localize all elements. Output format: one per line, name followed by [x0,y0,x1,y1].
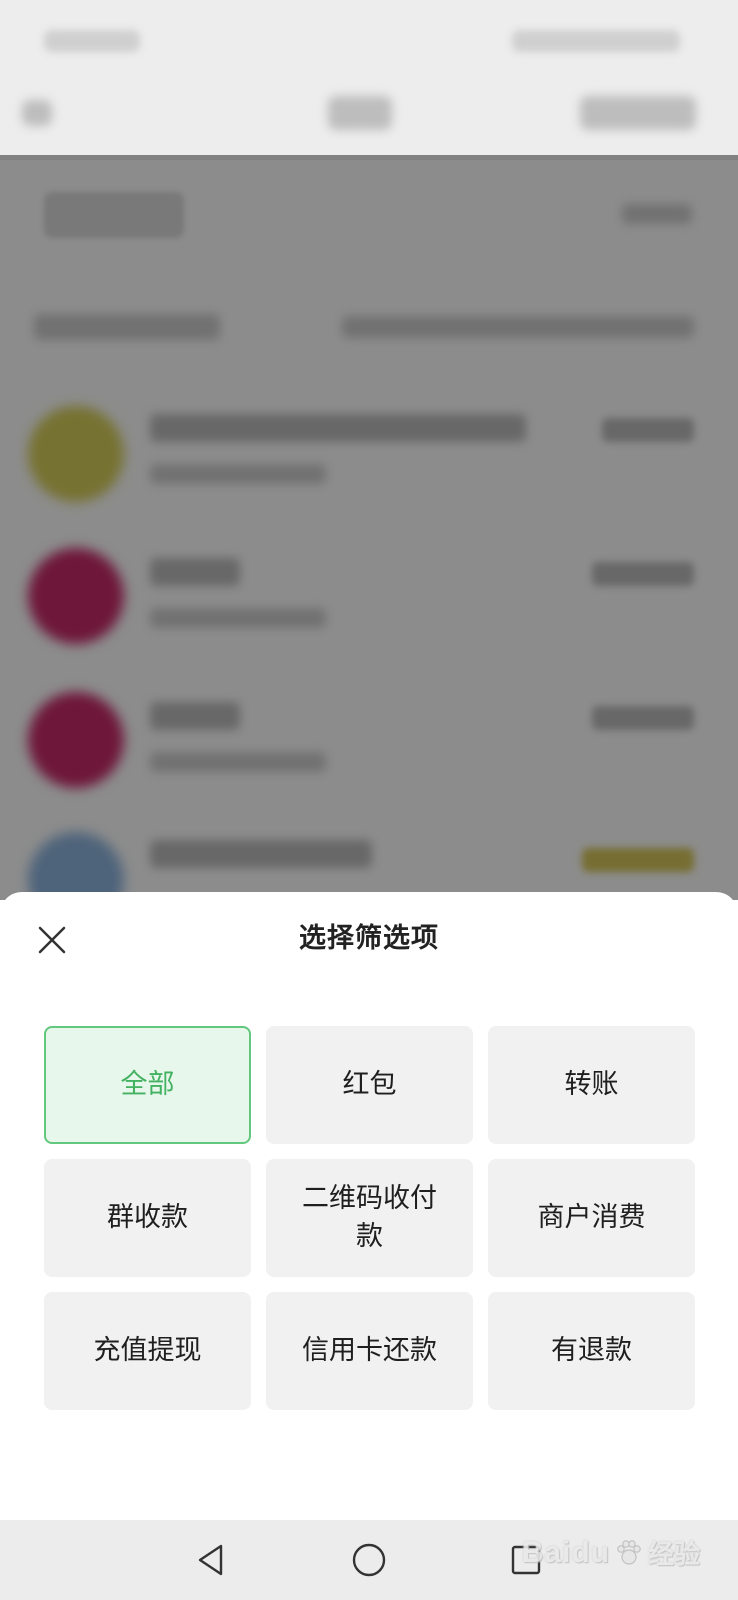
watermark-suffix: 经验 [647,1540,700,1570]
filter-options-grid: 全部 红包 转账 群收款 二维码收付款 商户消费 充值提现 信用卡还款 有退款 [44,1026,695,1410]
status-right-blurred [512,30,680,52]
paw-icon [617,1539,641,1565]
filter-option-label: 商户消费 [537,1202,646,1233]
system-back-button[interactable] [190,1538,234,1582]
header-action-blurred [580,96,696,130]
filter-option-label: 群收款 [107,1202,188,1233]
system-home-button[interactable] [347,1538,391,1582]
filter-bottom-sheet: 选择筛选项 全部 红包 转账 群收款 二维码收付款 商户消费 充值提现 信用卡还… [0,892,738,1520]
watermark-brand: Baidu [521,1535,610,1569]
status-bar [0,0,738,80]
filter-option-credit-card-repayment[interactable]: 信用卡还款 [266,1292,473,1410]
back-icon [22,100,52,126]
filter-option-transfer[interactable]: 转账 [488,1026,695,1144]
filter-option-label: 全部 [120,1069,175,1100]
filter-option-topup-withdraw[interactable]: 充值提现 [44,1292,251,1410]
filter-option-refund[interactable]: 有退款 [488,1292,695,1410]
status-left-blurred [44,30,140,52]
filter-option-label: 有退款 [551,1335,632,1366]
page-title-blurred [328,96,392,130]
filter-option-merchant-purchase[interactable]: 商户消费 [488,1159,695,1277]
filter-option-qr-payment[interactable]: 二维码收付款 [266,1159,473,1277]
back-triangle-icon [198,1544,223,1576]
home-circle-icon [352,1543,386,1577]
filter-option-group-collection[interactable]: 群收款 [44,1159,251,1277]
sheet-title: 选择筛选项 [299,923,439,954]
filter-option-red-packet[interactable]: 红包 [266,1026,473,1144]
filter-option-label: 二维码收付款 [302,1183,437,1252]
filter-option-label: 充值提现 [93,1335,202,1366]
dim-overlay[interactable] [0,155,738,900]
title-bar-blurred [0,80,738,160]
system-nav-bar: Baidu 经验 [0,1520,738,1600]
filter-option-all[interactable]: 全部 [44,1026,251,1144]
filter-option-label: 红包 [342,1069,397,1100]
filter-option-label: 转账 [564,1069,619,1100]
baidu-jingyan-watermark: Baidu 经验 [522,1534,700,1571]
filter-option-label: 信用卡还款 [302,1335,437,1366]
